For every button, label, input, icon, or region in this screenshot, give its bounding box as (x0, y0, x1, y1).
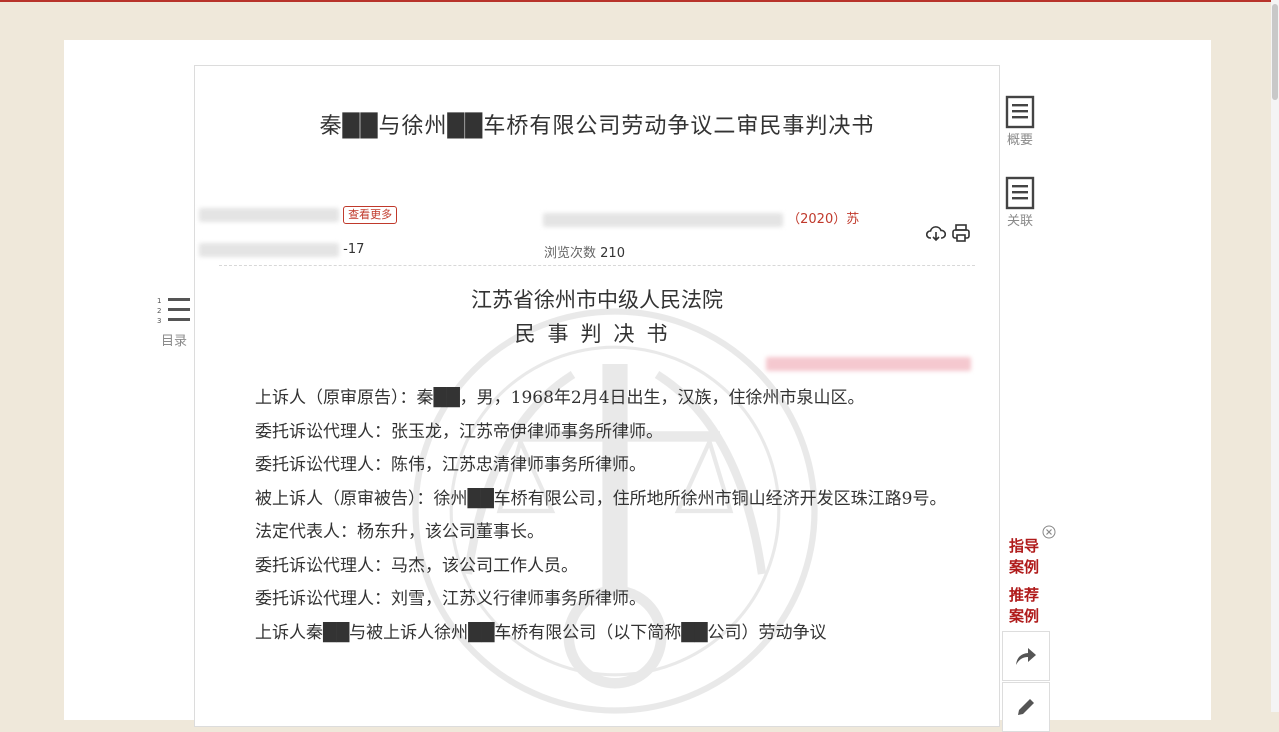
share-button[interactable] (1002, 631, 1050, 681)
close-circle-icon (1042, 525, 1056, 539)
print-icon (952, 224, 970, 242)
edit-button[interactable] (1002, 682, 1050, 732)
download-button[interactable] (925, 223, 947, 243)
cloud-download-icon (925, 226, 947, 242)
page-scrollbar[interactable] (1271, 0, 1279, 712)
date-fragment: -17 (343, 242, 365, 257)
document-summary-icon (1005, 95, 1035, 129)
document-type: 民事判决书 (514, 322, 680, 346)
meta-row-1-left: 查看更多 (199, 206, 398, 224)
related-label: 关联 (1006, 214, 1033, 229)
toc-button[interactable]: 1 2 3 目录 (154, 296, 194, 349)
toc-icon: 1 2 3 (157, 297, 190, 325)
redacted-text (199, 242, 339, 257)
document-panel: 秦██与徐州██车桥有限公司劳动争议二审民事判决书 查看更多 （2020）苏 -… (194, 65, 1000, 727)
case-number-redacted (766, 353, 971, 372)
svg-text:3: 3 (157, 317, 161, 325)
paragraph-legal-rep: 法定代表人：杨东升，该公司董事长。 (255, 522, 544, 542)
paragraph-case-intro: 上诉人秦██与被上诉人徐州██车桥有限公司（以下简称██公司）劳动争议 (255, 622, 827, 643)
paragraph-appellee: 被上诉人（原审被告）：徐州██车桥有限公司，住所地所徐州市铜山经济开发区珠江路9… (255, 488, 947, 509)
paragraph-agent-2: 委托诉讼代理人：陈伟，江苏忠清律师事务所律师。 (255, 455, 646, 475)
court-name: 江苏省徐州市中级人民法院 (471, 288, 723, 312)
summary-label: 概要 (1006, 133, 1033, 148)
toc-label: 目录 (160, 334, 187, 349)
related-button[interactable]: 关联 (1004, 176, 1036, 229)
case-no-suffix: （2020）苏 (787, 212, 860, 227)
redacted-text (199, 207, 339, 222)
redacted-text (543, 212, 783, 227)
svg-text:2: 2 (157, 307, 161, 315)
document-title: 秦██与徐州██车桥有限公司劳动争议二审民事判决书 (319, 114, 875, 139)
svg-text:1: 1 (157, 297, 161, 305)
redacted-text (766, 356, 971, 371)
views-count: 210 (600, 246, 625, 261)
meta-views: 浏览次数 210 (544, 242, 625, 261)
paragraph-agent-3: 委托诉讼代理人：马杰，该公司工作人员。 (255, 555, 578, 576)
paragraph-agent-4: 委托诉讼代理人：刘雪，江苏义行律师事务所律师。 (255, 589, 646, 609)
meta-divider (219, 265, 975, 266)
guide-cases-link[interactable]: 指导案例 (1009, 536, 1041, 578)
recommended-cases-link[interactable]: 推荐案例 (1009, 585, 1041, 627)
close-floating-links-button[interactable] (1042, 524, 1056, 539)
share-icon (1016, 648, 1036, 665)
judgment-body: 上诉人（原审原告）：秦██，男，1968年2月4日出生，汉族，住徐州市泉山区。 … (221, 382, 973, 650)
related-document-icon (1005, 176, 1035, 210)
edit-icon (1018, 699, 1034, 715)
paragraph-agent-1: 委托诉讼代理人：张玉龙，江苏帝伊律师事务所律师。 (255, 421, 663, 442)
meta-row-2-left: -17 (199, 242, 364, 257)
top-accent-line (0, 0, 1279, 2)
scroll-thumb[interactable] (1272, 4, 1278, 100)
print-button[interactable] (951, 223, 971, 243)
views-label: 浏览次数 (544, 246, 597, 261)
meta-row-1-right: （2020）苏 (543, 208, 859, 227)
view-more-tag[interactable]: 查看更多 (343, 206, 398, 224)
summary-button[interactable]: 概要 (1004, 95, 1036, 148)
paragraph-appellant: 上诉人（原审原告）：秦██，男，1968年2月4日出生，汉族，住徐州市泉山区。 (255, 388, 865, 408)
